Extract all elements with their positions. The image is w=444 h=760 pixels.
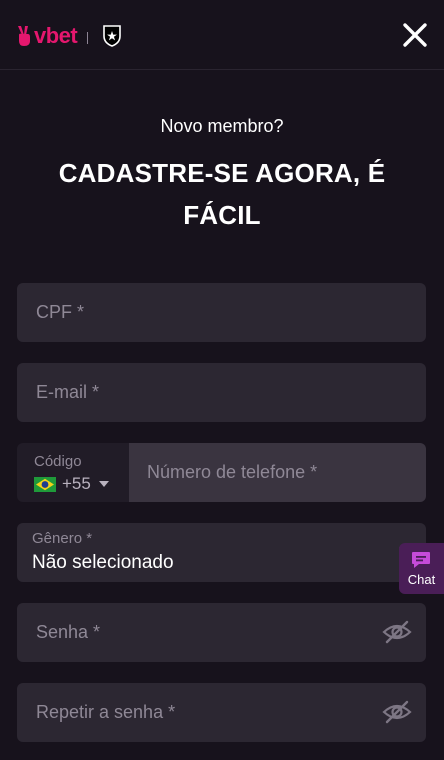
brazil-flag-icon: [34, 476, 56, 492]
logo-divider: [87, 31, 89, 44]
chat-widget-button[interactable]: Chat: [399, 543, 444, 594]
password-field: [17, 603, 426, 662]
form-title: CADASTRE-SE AGORA, É FÁCIL: [58, 158, 386, 230]
code-value: +55: [62, 474, 91, 493]
phone-input[interactable]: [129, 443, 426, 502]
repeat-password-field: [17, 683, 426, 742]
cpf-field: [17, 283, 426, 342]
gender-select[interactable]: Gênero * Não selecionado: [17, 523, 426, 582]
botafogo-shield-icon: [103, 25, 122, 47]
caret-down-icon: [98, 481, 109, 487]
eye-off-icon[interactable]: [382, 699, 412, 725]
code-value-row: +55: [34, 474, 110, 494]
logo-text: vbet: [34, 23, 78, 48]
phone-field: [129, 443, 426, 502]
eye-off-icon[interactable]: [382, 619, 412, 645]
gender-label: Gênero *: [32, 530, 93, 547]
victory-hand-icon: [18, 26, 30, 46]
repeat-password-input[interactable]: [17, 683, 426, 742]
password-input[interactable]: [17, 603, 426, 662]
cpf-input[interactable]: [17, 283, 426, 342]
gender-value: Não selecionado: [32, 552, 174, 573]
code-label: Código: [34, 453, 82, 470]
form-subtitle: Novo membro?: [160, 116, 284, 136]
country-code-selector[interactable]: Código +55: [17, 443, 129, 502]
vbet-logo[interactable]: vbet: [16, 22, 122, 50]
email-input[interactable]: [17, 363, 426, 422]
email-field: [17, 363, 426, 422]
close-icon[interactable]: [400, 20, 430, 50]
chat-bubble-icon: [412, 552, 430, 568]
chat-label: Chat: [407, 572, 436, 587]
header: vbet: [0, 0, 444, 70]
